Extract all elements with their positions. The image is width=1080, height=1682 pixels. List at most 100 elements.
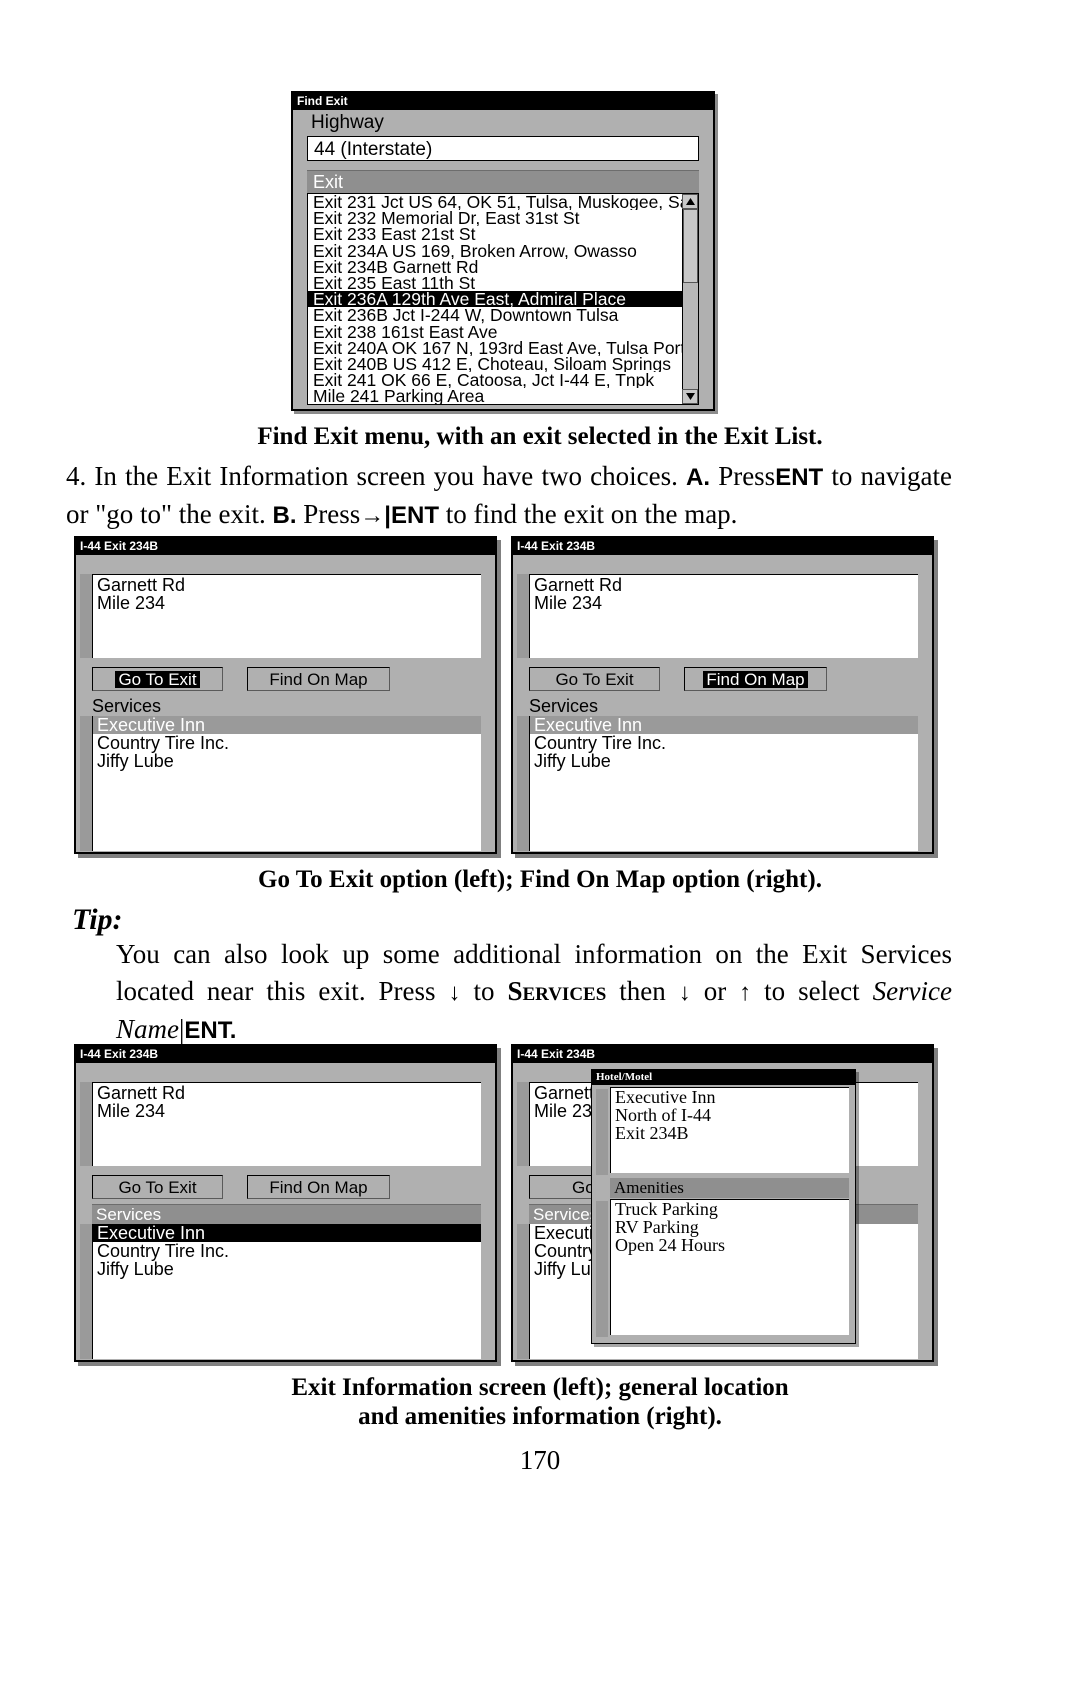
panel-left-button-row: Go To Exit Find On Map bbox=[92, 667, 481, 691]
step-4-paragraph: 4. In the Exit Information screen you ha… bbox=[66, 458, 952, 534]
service-list-item[interactable]: Country Tire Inc. bbox=[93, 1242, 481, 1260]
exit-list-item[interactable]: Mile 241 Parking Area bbox=[308, 388, 682, 404]
exit-list-item[interactable]: Exit 240A OK 167 N, 193rd East Ave, Tuls… bbox=[308, 340, 682, 356]
find-exit-dialog: Find Exit Highway 44 (Interstate) Exit E… bbox=[291, 91, 715, 411]
panel-br-scroll-strip[interactable] bbox=[517, 1082, 529, 1166]
exit-list-rows: Exit 231 Jct US 64, OK 51, Tulsa, Muskog… bbox=[308, 194, 682, 404]
scroll-up-arrow-icon[interactable] bbox=[682, 194, 698, 209]
arrow-down-icon: ↓ bbox=[448, 979, 461, 1006]
panel-left-services-strip[interactable] bbox=[80, 716, 92, 851]
popup-location-box: Executive Inn North of I-44 Exit 234B bbox=[610, 1087, 849, 1173]
popup-titlebar: Hotel/Motel bbox=[592, 1070, 855, 1085]
panel-left-scroll-strip[interactable] bbox=[80, 574, 92, 658]
panel-br-services-strip[interactable] bbox=[517, 1224, 529, 1359]
find-on-map-label: Find On Map bbox=[269, 1177, 368, 1197]
panel-right-scroll-strip[interactable] bbox=[517, 574, 529, 658]
find-on-map-button[interactable]: Find On Map bbox=[247, 1175, 390, 1199]
scrollbar-thumb[interactable] bbox=[683, 209, 698, 283]
go-to-exit-button[interactable]: Go To Exit bbox=[529, 667, 660, 691]
tip-line-2c: then bbox=[619, 976, 666, 1006]
highway-label: Highway bbox=[311, 112, 384, 133]
exit-list[interactable]: Exit 231 Jct US 64, OK 51, Tulsa, Muskog… bbox=[307, 193, 699, 405]
services-key-label: Services bbox=[507, 976, 607, 1006]
panel-left-titlebar: I-44 Exit 234B bbox=[76, 538, 495, 555]
panel-left-services-list[interactable]: Executive Inn Country Tire Inc. Jiffy Lube bbox=[92, 716, 481, 851]
caption-find-exit: Find Exit menu, with an exit selected in… bbox=[257, 423, 823, 450]
exit-list-item[interactable]: Exit 234A US 169, Broken Arrow, Owasso bbox=[308, 243, 682, 259]
go-to-exit-label: Go To Exit bbox=[118, 1177, 197, 1197]
exit-list-item[interactable]: Exit 241 OK 66 E, Catoosa, Jct I-44 E, T… bbox=[308, 372, 682, 388]
find-on-map-label: Find On Map bbox=[269, 669, 368, 689]
panel-bl-button-row: Go To Exit Find On Map bbox=[92, 1175, 481, 1199]
find-on-map-label: Find On Map bbox=[703, 670, 808, 688]
caption-goto-findmap: Go To Exit option (left); Find On Map op… bbox=[258, 866, 822, 893]
panel-right-services-strip[interactable] bbox=[517, 716, 529, 851]
panel-bl-scroll-strip[interactable] bbox=[80, 1082, 92, 1166]
go-to-exit-label: Go To Exit bbox=[115, 670, 200, 688]
popup-scroll-strip[interactable] bbox=[596, 1089, 608, 1175]
exit-list-scrollbar[interactable] bbox=[682, 194, 698, 404]
tip-line-3a: select bbox=[798, 976, 860, 1006]
exit-list-item[interactable]: Exit 238 161st East Ave bbox=[308, 324, 682, 340]
service-list-item[interactable]: Executive Inn bbox=[93, 716, 481, 734]
exit-list-item[interactable]: Exit 231 Jct US 64, OK 51, Tulsa, Muskog… bbox=[308, 194, 682, 210]
popup-line: North of I-44 bbox=[615, 1105, 711, 1125]
find-on-map-button[interactable]: Find On Map bbox=[247, 667, 390, 691]
exit-list-item[interactable]: Exit 235 East 11th St bbox=[308, 275, 682, 291]
exit-info-panel-goto: I-44 Exit 234B Garnett Rd Mile 234 Go To… bbox=[74, 536, 497, 854]
panel-right-info-line: Mile 234 bbox=[534, 593, 603, 613]
caption-exit-info-line2: and amenities information (right). bbox=[358, 1403, 722, 1430]
go-to-exit-button[interactable]: Go To Exit bbox=[92, 667, 223, 691]
press-word-2: Press bbox=[303, 499, 361, 529]
panel-left-services-label: Services bbox=[92, 696, 162, 716]
tip-paragraph: You can also look up some additional inf… bbox=[116, 936, 952, 1049]
popup-amenities-strip[interactable] bbox=[596, 1201, 608, 1337]
exit-list-item[interactable]: Exit 234B Garnett Rd bbox=[308, 259, 682, 275]
go-to-exit-label: Go To Exit bbox=[555, 669, 634, 689]
exit-list-item[interactable]: Exit 233 East 21st St bbox=[308, 226, 682, 242]
choice-b-marker: B. bbox=[272, 502, 297, 529]
panel-left-info-line: Garnett Rd bbox=[97, 575, 186, 595]
scroll-down-arrow-icon[interactable] bbox=[682, 389, 698, 404]
find-exit-titlebar: Find Exit bbox=[293, 93, 713, 110]
exit-section-header: Exit bbox=[307, 170, 699, 193]
service-list-item[interactable]: Jiffy Lube bbox=[93, 752, 481, 770]
service-list-item[interactable]: Executive Inn bbox=[93, 1224, 481, 1242]
exit-list-item[interactable]: Exit 240B US 412 E, Choteau, Siloam Spri… bbox=[308, 356, 682, 372]
panel-bl-info-line: Mile 234 bbox=[97, 1101, 166, 1121]
exit-list-item[interactable]: Exit 232 Memorial Dr, East 31st St bbox=[308, 210, 682, 226]
find-on-map-button[interactable]: Find On Map bbox=[684, 667, 827, 691]
step-text-1: In the Exit Information screen you have … bbox=[94, 461, 678, 491]
arrow-up-icon: ↑ bbox=[739, 979, 752, 1006]
page-number: 170 bbox=[519, 1445, 561, 1475]
highway-input[interactable]: 44 (Interstate) bbox=[307, 136, 699, 161]
arrow-down-icon-2: ↓ bbox=[678, 979, 691, 1006]
press-word-1: Press bbox=[718, 461, 776, 491]
service-list-item[interactable]: Jiffy Lube bbox=[530, 752, 918, 770]
panel-left-info-line: Mile 234 bbox=[97, 593, 166, 613]
panel-bl-info-box: Garnett Rd Mile 234 bbox=[92, 1082, 481, 1166]
tip-line-2b: to bbox=[473, 976, 495, 1006]
manual-page: Find Exit Highway 44 (Interstate) Exit E… bbox=[0, 0, 1080, 1682]
panel-right-services-list[interactable]: Executive Inn Country Tire Inc. Jiffy Lube bbox=[529, 716, 918, 851]
exit-list-item[interactable]: Exit 236B Jct I-244 W, Downtown Tulsa bbox=[308, 307, 682, 323]
panel-bl-services-list[interactable]: Executive Inn Country Tire Inc. Jiffy Lube bbox=[92, 1224, 481, 1359]
tip-line-2e: to bbox=[764, 976, 786, 1006]
panel-bl-services-strip[interactable] bbox=[80, 1224, 92, 1359]
amenities-list[interactable]: Truck Parking RV Parking Open 24 Hours bbox=[610, 1199, 849, 1335]
go-to-exit-button[interactable]: Go To Exit bbox=[92, 1175, 223, 1199]
amenity-item: Open 24 Hours bbox=[615, 1235, 725, 1255]
step-number: 4. bbox=[66, 461, 87, 491]
panel-bl-info-line: Garnett Rd bbox=[97, 1083, 186, 1103]
tip-line-2d: or bbox=[703, 976, 727, 1006]
tip-line-1: You can also look up some additional inf… bbox=[116, 939, 848, 969]
panel-right-info-box: Garnett Rd Mile 234 bbox=[529, 574, 918, 658]
exit-list-item[interactable]: Exit 236A 129th Ave East, Admiral Place bbox=[308, 291, 682, 308]
tip-heading: Tip: bbox=[72, 903, 123, 936]
service-list-item[interactable]: Executive Inn bbox=[530, 716, 918, 734]
service-list-item[interactable]: Jiffy Lube bbox=[93, 1260, 481, 1278]
service-list-item[interactable]: Country Tire Inc. bbox=[530, 734, 918, 752]
service-list-item[interactable]: Country Tire Inc. bbox=[93, 734, 481, 752]
panel-bl-titlebar: I-44 Exit 234B bbox=[76, 1046, 495, 1063]
amenity-item: Truck Parking bbox=[615, 1199, 718, 1219]
